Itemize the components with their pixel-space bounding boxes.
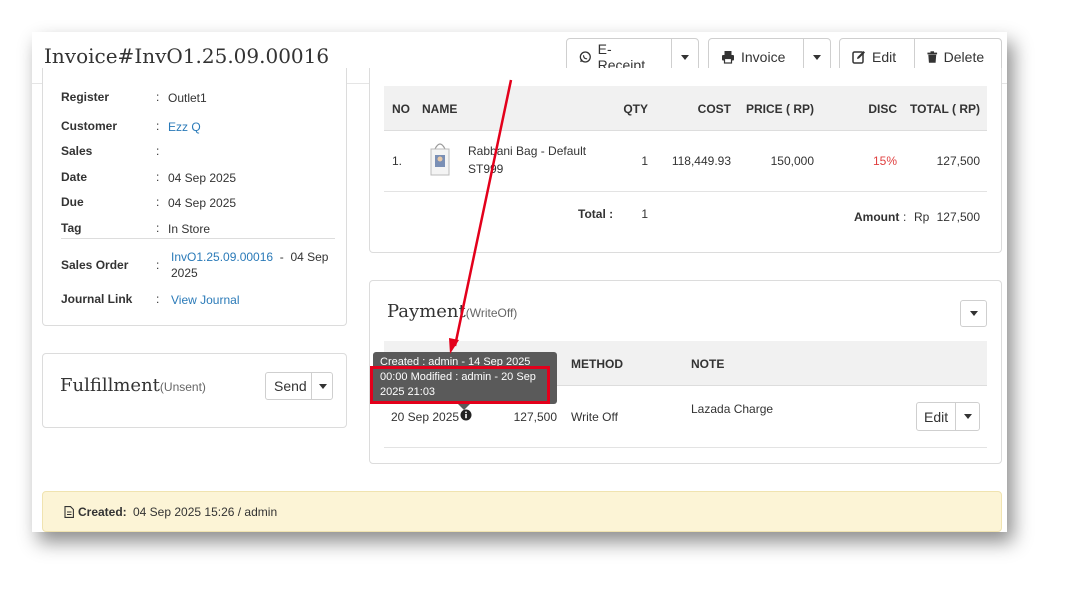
canvas: Invoice#InvO1.25.09.00016 E-Receipt Invo…: [0, 0, 1072, 597]
annotation-arrow: [449, 79, 513, 354]
